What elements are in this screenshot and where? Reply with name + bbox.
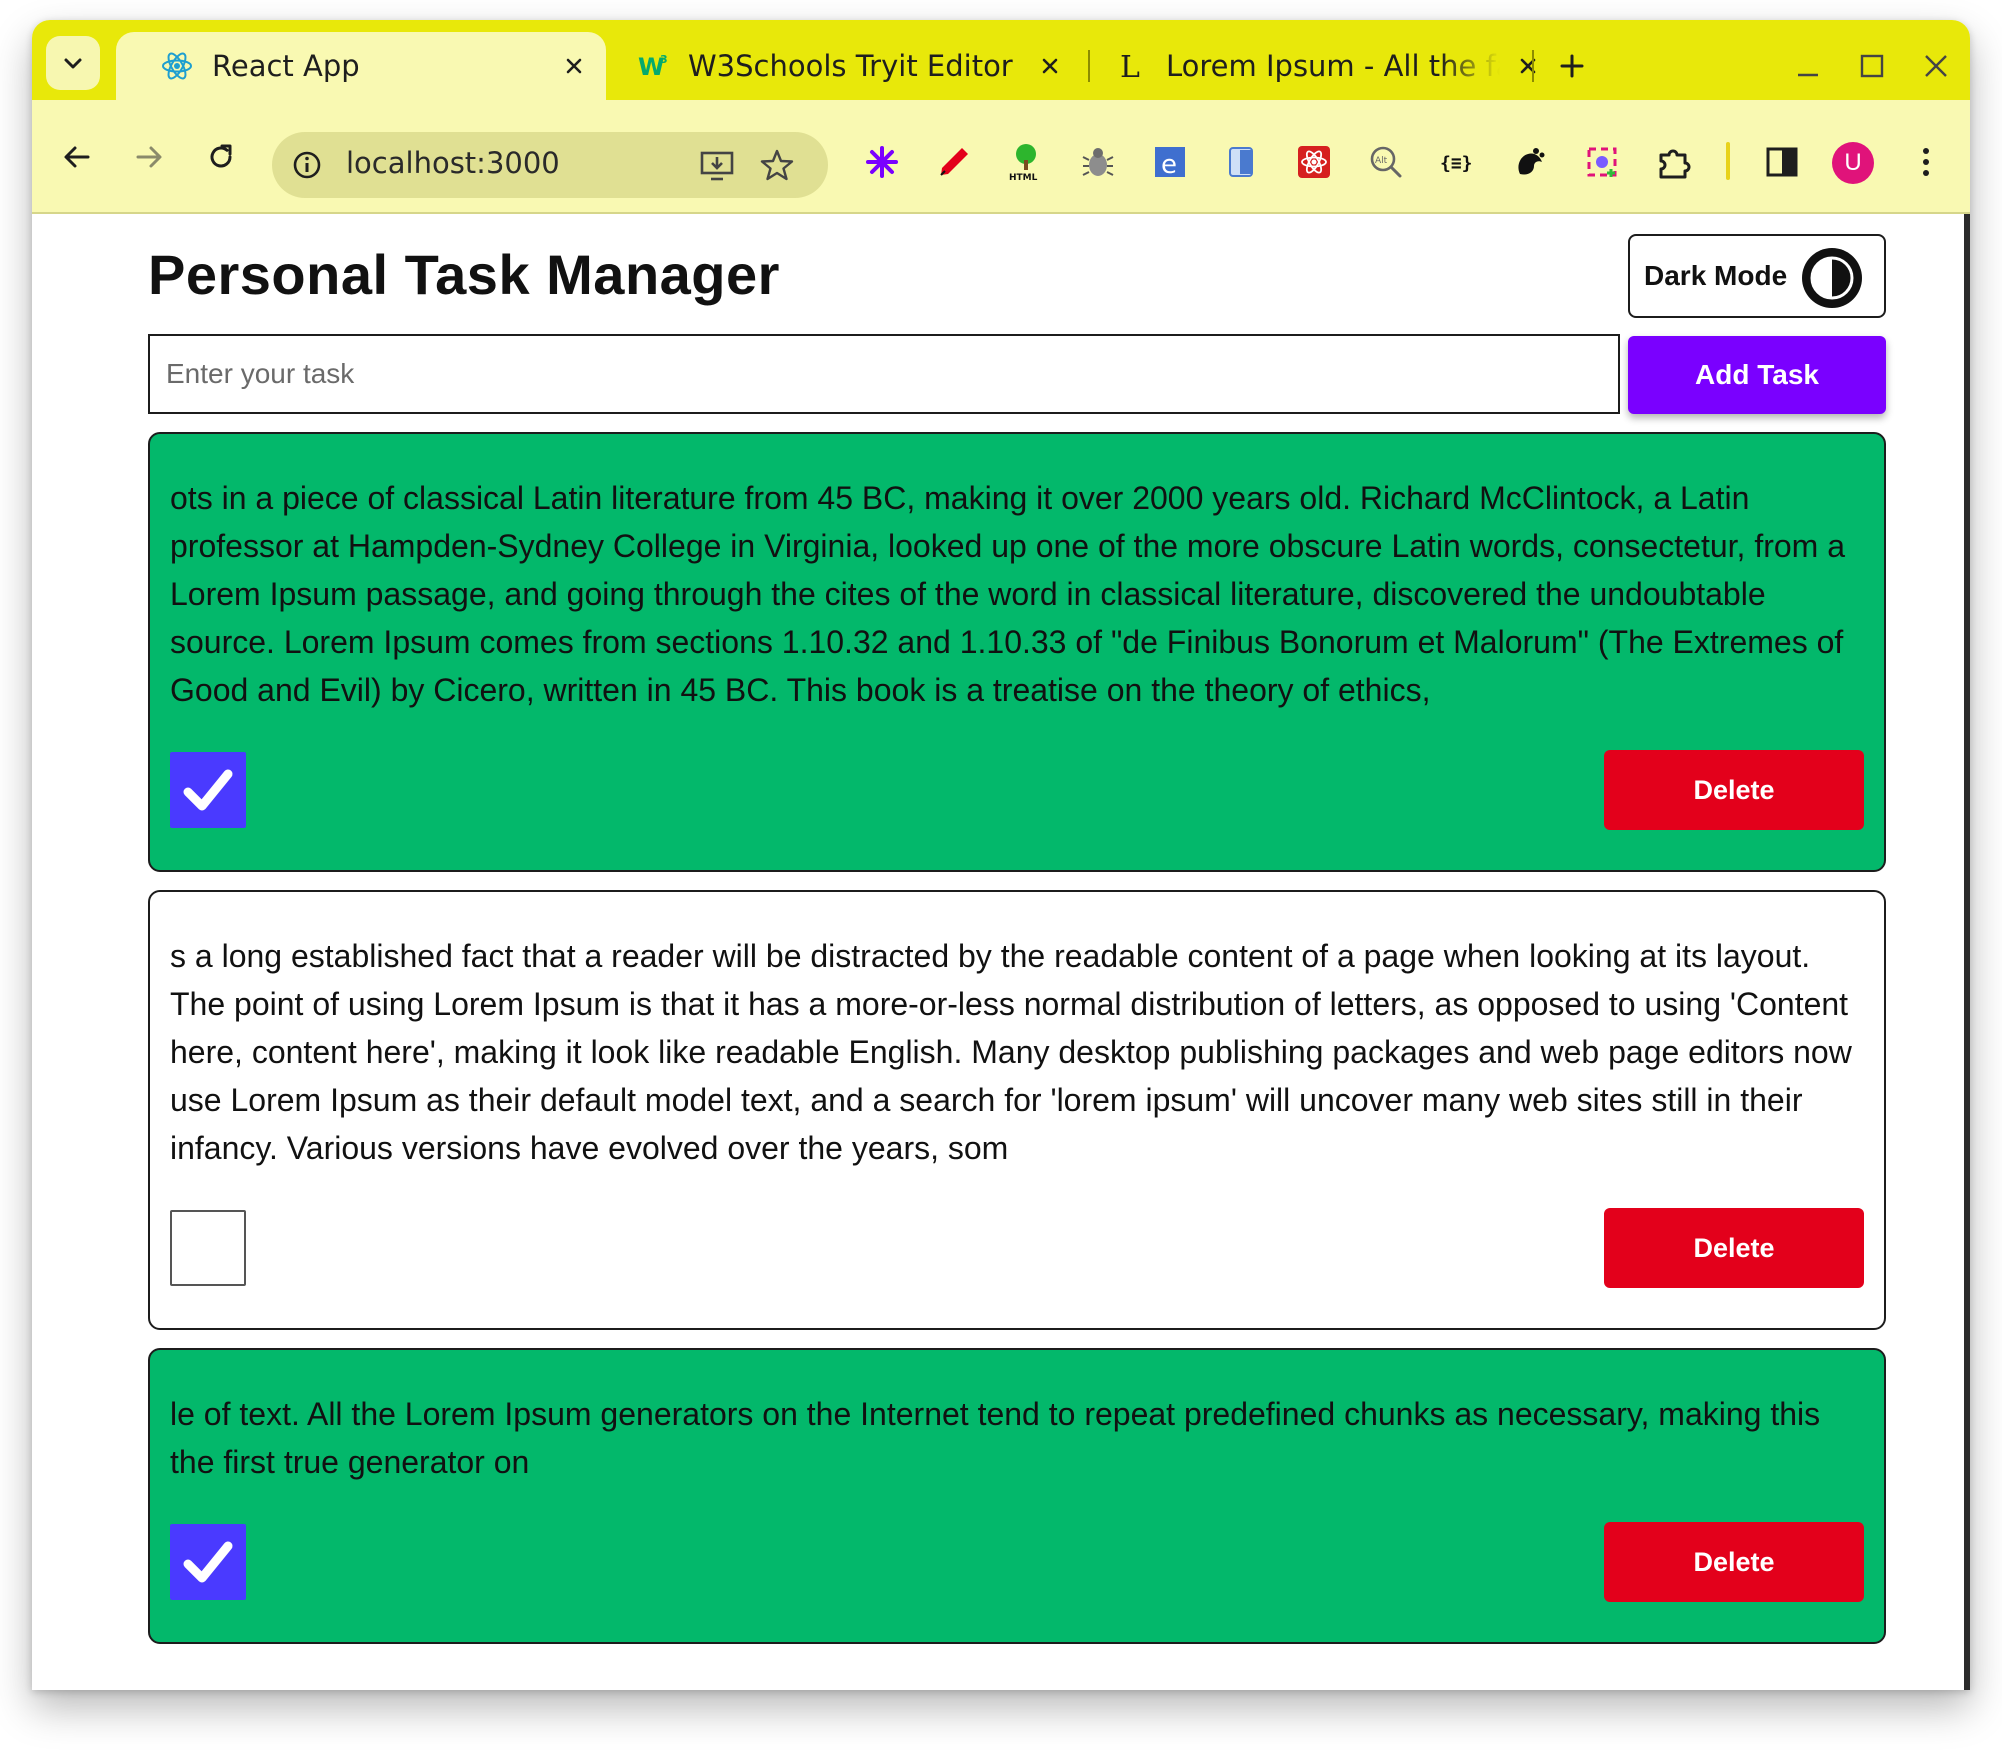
task-actions: Delete bbox=[170, 1208, 1864, 1288]
svg-text:Alt: Alt bbox=[1375, 156, 1388, 166]
svg-text:3: 3 bbox=[660, 53, 668, 66]
minimize-icon bbox=[1798, 73, 1818, 77]
task-actions: Delete bbox=[170, 1522, 1864, 1602]
tab-title: W3Schools Tryit Editor bbox=[688, 49, 1013, 83]
extension-flower-icon[interactable] bbox=[862, 142, 902, 182]
maximize-icon bbox=[1860, 54, 1884, 78]
tab-title: Lorem Ipsum - All the fac bbox=[1166, 49, 1500, 83]
page-viewport: Personal Task Manager Dark Mode Add Task… bbox=[32, 214, 1970, 1690]
delete-task-button[interactable]: Delete bbox=[1604, 1522, 1864, 1602]
task-text: ots in a piece of classical Latin litera… bbox=[170, 480, 1845, 708]
close-tab-icon[interactable] bbox=[1510, 48, 1546, 84]
svg-text:{≡}: {≡} bbox=[1440, 153, 1473, 174]
forward-arrow-icon bbox=[136, 146, 162, 168]
tab-w3schools[interactable]: W3 W3Schools Tryit Editor bbox=[606, 32, 1082, 100]
task-actions: Delete bbox=[170, 750, 1864, 830]
svg-text:HTML: HTML bbox=[1009, 173, 1038, 182]
extension-device-icon[interactable] bbox=[1222, 142, 1262, 182]
bookmark-star-icon[interactable] bbox=[758, 146, 796, 184]
w3schools-icon: W3 bbox=[636, 49, 670, 83]
task-text: le of text. All the Lorem Ipsum generato… bbox=[170, 1396, 1821, 1480]
reload-icon bbox=[210, 144, 232, 168]
extension-pen-icon[interactable] bbox=[934, 142, 974, 182]
minimize-button[interactable] bbox=[1786, 44, 1830, 88]
plus-icon bbox=[1560, 54, 1584, 78]
tab-separator bbox=[1532, 50, 1534, 82]
extension-alt-text-search-icon[interactable]: Alt bbox=[1366, 142, 1406, 182]
dark-mode-label: Dark Mode bbox=[1644, 260, 1788, 291]
close-tab-icon[interactable] bbox=[1032, 48, 1068, 84]
back-button[interactable] bbox=[54, 134, 100, 180]
screenshot-background: React App W3 W3Schools Tryit Editor L Lo… bbox=[0, 0, 2002, 1754]
extension-html-tree-icon[interactable]: HTML bbox=[1006, 142, 1046, 182]
chevron-down-icon bbox=[64, 58, 82, 69]
new-tab-button[interactable] bbox=[1550, 44, 1594, 88]
extension-screen-capture-icon[interactable] bbox=[1582, 142, 1622, 182]
svg-text:L: L bbox=[1120, 50, 1140, 83]
add-task-button[interactable]: Add Task bbox=[1628, 336, 1886, 414]
reload-button[interactable] bbox=[198, 134, 244, 180]
tab-react-app[interactable]: React App bbox=[116, 32, 606, 100]
tab-lorem-ipsum[interactable]: L Lorem Ipsum - All the fac bbox=[1094, 32, 1560, 100]
extensions-puzzle-icon[interactable] bbox=[1654, 142, 1694, 182]
contrast-icon bbox=[1802, 248, 1862, 308]
delete-task-button[interactable]: Delete bbox=[1604, 1208, 1864, 1288]
tab-strip: React App W3 W3Schools Tryit Editor L Lo… bbox=[32, 20, 1970, 100]
task-card-pending: s a long established fact that a reader … bbox=[148, 890, 1886, 1330]
extension-gimp-icon[interactable] bbox=[1510, 142, 1550, 182]
close-icon bbox=[1925, 55, 1947, 77]
page-scrollbar[interactable] bbox=[1964, 214, 1970, 1690]
task-card-completed: ots in a piece of classical Latin litera… bbox=[148, 432, 1886, 872]
close-window-button[interactable] bbox=[1914, 44, 1958, 88]
checkmark-icon bbox=[183, 1541, 233, 1583]
task-complete-checkbox[interactable] bbox=[170, 752, 246, 828]
tab-separator bbox=[1088, 50, 1090, 82]
page-title: Personal Task Manager bbox=[148, 243, 780, 306]
extension-editor-e-icon[interactable]: e bbox=[1150, 142, 1190, 182]
task-text: s a long established fact that a reader … bbox=[170, 938, 1852, 1166]
profile-avatar[interactable]: U bbox=[1832, 142, 1874, 184]
extension-react-devtools-icon[interactable] bbox=[1294, 142, 1334, 182]
task-complete-checkbox[interactable] bbox=[170, 1210, 246, 1286]
lorem-ipsum-icon: L bbox=[1114, 49, 1148, 83]
svg-text:e: e bbox=[1161, 150, 1177, 180]
back-arrow-icon bbox=[64, 146, 90, 168]
task-input[interactable] bbox=[148, 334, 1620, 414]
dark-mode-toggle[interactable]: Dark Mode bbox=[1628, 234, 1886, 318]
task-list: ots in a piece of classical Latin litera… bbox=[148, 432, 1886, 1662]
tab-search-button[interactable] bbox=[46, 36, 100, 90]
react-icon bbox=[160, 49, 194, 83]
task-card-completed: le of text. All the Lorem Ipsum generato… bbox=[148, 1348, 1886, 1644]
delete-task-button[interactable]: Delete bbox=[1604, 750, 1864, 830]
site-info-icon[interactable] bbox=[290, 148, 324, 182]
extension-bug-icon[interactable] bbox=[1078, 142, 1118, 182]
close-tab-icon[interactable] bbox=[556, 48, 592, 84]
side-panel-icon[interactable] bbox=[1762, 142, 1802, 182]
checkmark-icon bbox=[183, 769, 233, 811]
browser-toolbar: localhost:3000 HTML e Alt {≡} U bbox=[32, 100, 1970, 214]
address-bar[interactable]: localhost:3000 bbox=[272, 132, 828, 198]
toolbar-separator bbox=[1726, 142, 1730, 180]
extension-json-braces-icon[interactable]: {≡} bbox=[1438, 142, 1478, 182]
url-text: localhost:3000 bbox=[346, 146, 560, 180]
install-app-icon[interactable] bbox=[698, 146, 736, 184]
browser-menu-icon[interactable] bbox=[1906, 142, 1946, 182]
maximize-button[interactable] bbox=[1850, 44, 1894, 88]
task-complete-checkbox[interactable] bbox=[170, 1524, 246, 1600]
browser-window: React App W3 W3Schools Tryit Editor L Lo… bbox=[32, 20, 1970, 1690]
tab-title: React App bbox=[212, 49, 360, 83]
forward-button[interactable] bbox=[126, 134, 172, 180]
